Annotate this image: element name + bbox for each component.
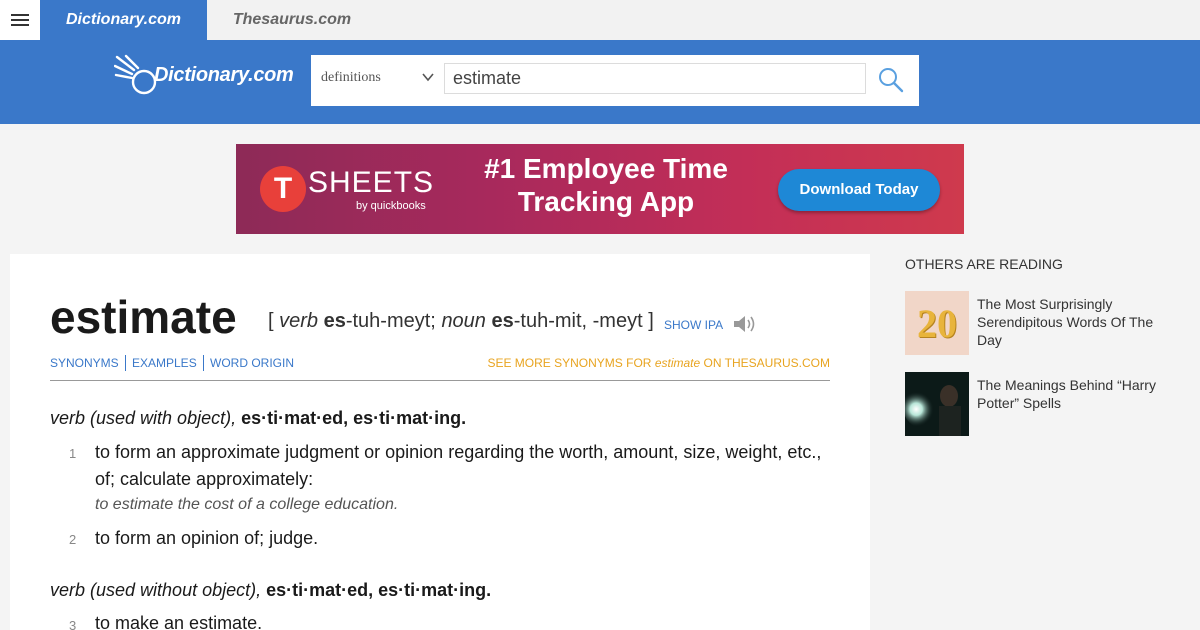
headword: estimate — [50, 291, 237, 343]
ad-logo-icon: T — [260, 166, 306, 212]
ad-download-button[interactable]: Download Today — [778, 169, 940, 211]
site-header: Dictionary.com definitions — [0, 40, 1200, 124]
ad-brand-sub: by quickbooks — [356, 200, 426, 212]
search-bar: definitions — [311, 55, 919, 106]
definition-number: 2 — [69, 532, 77, 547]
ad-brand: SHEETS — [308, 166, 435, 199]
article-title[interactable]: The Meanings Behind “Harry Potter” Spell… — [977, 376, 1167, 412]
logo-sunburst-icon — [114, 54, 157, 95]
definition-number: 1 — [69, 446, 77, 461]
search-input[interactable] — [444, 63, 866, 94]
synonyms-link[interactable]: SYNONYMS — [50, 356, 119, 370]
search-button[interactable] — [873, 65, 909, 95]
definition-text: to form an opinion of; judge. — [95, 528, 319, 548]
subnav-divider — [203, 355, 204, 371]
entry-card: estimate [ verb es-tuh-meyt; noun es-tuh… — [10, 254, 870, 630]
definition-number: 3 — [69, 618, 77, 630]
article-thumbnail[interactable] — [905, 372, 969, 436]
ad-headline: #1 Employee Time Tracking App — [484, 153, 728, 217]
tab-dictionary[interactable]: Dictionary.com — [40, 0, 207, 40]
pronunciation: [ verb es-tuh-meyt; noun es-tuh-mit, -me… — [268, 310, 654, 332]
definition-text: to form an approximate judgment or opini… — [95, 442, 822, 489]
speaker-icon[interactable] — [732, 312, 758, 336]
entry-subnav: SYNONYMS EXAMPLES WORD ORIGIN SEE MORE S… — [50, 355, 830, 381]
search-type-select[interactable]: definitions — [321, 55, 381, 106]
sidebar-title: OTHERS ARE READING — [905, 256, 1063, 272]
logo-text: Dictionary.com — [154, 63, 294, 86]
definition-example: to estimate the cost of a college educat… — [95, 496, 399, 513]
examples-link[interactable]: EXAMPLES — [132, 356, 197, 370]
hamburger-icon — [11, 14, 29, 26]
see-more-synonyms-link[interactable]: SEE MORE SYNONYMS FOR estimate ON THESAU… — [487, 356, 830, 370]
show-ipa-link[interactable]: SHOW IPA — [664, 318, 723, 332]
menu-button[interactable] — [0, 0, 40, 40]
ad-banner[interactable]: T SHEETS by quickbooks #1 Employee Time … — [236, 144, 964, 234]
article-thumbnail[interactable]: 20 — [905, 291, 969, 355]
part-of-speech-heading: verb (used without object), es·ti·mat·ed… — [50, 580, 492, 600]
site-logo[interactable]: Dictionary.com — [114, 54, 294, 96]
word-origin-link[interactable]: WORD ORIGIN — [210, 356, 294, 370]
wand-light-image — [905, 372, 969, 436]
search-icon — [879, 68, 904, 93]
subnav-divider — [125, 355, 126, 371]
part-of-speech-heading: verb (used with object), es·ti·mat·ed, e… — [50, 408, 467, 428]
definition-text: to make an estimate. — [95, 613, 263, 630]
tab-thesaurus[interactable]: Thesaurus.com — [207, 0, 377, 40]
chevron-down-icon[interactable] — [421, 70, 435, 84]
article-title[interactable]: The Most Surprisingly Serendipitous Word… — [977, 295, 1167, 349]
top-tab-bar: Dictionary.com Thesaurus.com — [0, 0, 1200, 40]
